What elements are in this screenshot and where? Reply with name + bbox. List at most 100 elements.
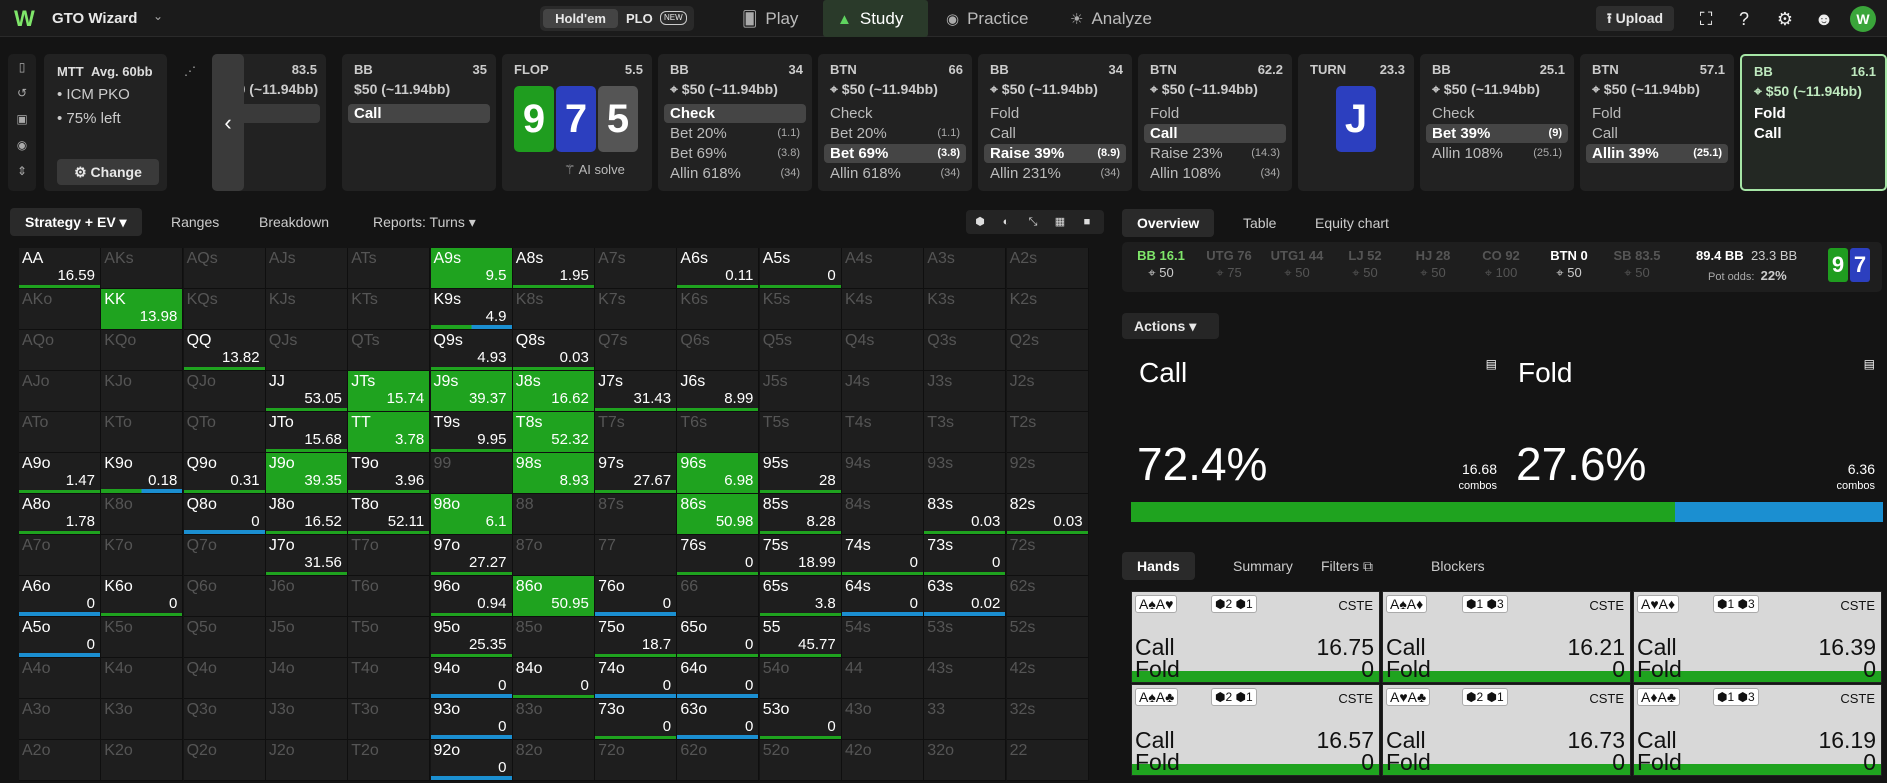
- nav-play[interactable]: 🂠 Play: [742, 0, 822, 37]
- hand-cell-Q9s[interactable]: Q9s 4.93: [430, 330, 513, 371]
- hand-cell-96o[interactable]: 96o 0.94: [430, 576, 513, 617]
- hand-cell-K6s[interactable]: K6s: [677, 289, 760, 330]
- hand-cell-T9s[interactable]: T9s 9.95: [430, 412, 513, 453]
- hand-cell-87s[interactable]: 87s: [595, 494, 678, 535]
- hand-cell-A9o[interactable]: A9o 1.47: [19, 453, 101, 494]
- hand-cell-K6o[interactable]: K6o 0: [101, 576, 184, 617]
- hand-cell-T8o[interactable]: T8o 52.11: [348, 494, 431, 535]
- hand-cell-Q8o[interactable]: Q8o 0: [183, 494, 266, 535]
- hand-cell-92o[interactable]: 92o 0: [430, 740, 513, 781]
- hand-cell-82s[interactable]: 82s 0.03: [1006, 494, 1089, 535]
- seat-card-bb-3[interactable]: BB 34 ⌖ $50 (~11.94bb) Fold Call Raise 3…: [978, 54, 1132, 191]
- hand-cell-72s[interactable]: 72s: [1006, 535, 1089, 576]
- seat-card-btn-1[interactable]: BTN 66 ⌖ $50 (~11.94bb) Check Bet 20% (1.…: [818, 54, 972, 191]
- cube-icon[interactable]: ⬢: [970, 212, 990, 232]
- action-bet-20[interactable]: Bet 20% (1.1): [664, 124, 806, 143]
- hand-cell-87o[interactable]: 87o: [512, 535, 595, 576]
- hand-cell-Q7s[interactable]: Q7s: [595, 330, 678, 371]
- hand-cell-63s[interactable]: 63s 0.02: [924, 576, 1007, 617]
- compress-icon[interactable]: ⤡: [1023, 212, 1043, 232]
- hand-cell-J3s[interactable]: J3s: [924, 371, 1007, 412]
- ai-solve-button[interactable]: ⚚ AI solve: [564, 162, 625, 178]
- hand-cell-JTs[interactable]: JTs 15.74: [348, 371, 431, 412]
- hand-cell-A9s[interactable]: A9s 9.5: [430, 248, 513, 289]
- hand-cell-J8s[interactable]: J8s 16.62: [512, 371, 595, 412]
- hand-cell-KJo[interactable]: KJo: [101, 371, 184, 412]
- hand-cell-K4s[interactable]: K4s: [842, 289, 924, 330]
- hand-cell-73o[interactable]: 73o 0: [595, 699, 678, 740]
- hand-cell-KQs[interactable]: KQs: [183, 289, 266, 330]
- tab-summary[interactable]: Summary: [1218, 552, 1308, 580]
- hand-cell-66[interactable]: 66: [677, 576, 760, 617]
- hand-cell-AQs[interactable]: AQs: [183, 248, 266, 289]
- hand-cell-98s[interactable]: 98s 8.93: [512, 453, 595, 494]
- hand-cell-62s[interactable]: 62s: [1006, 576, 1089, 617]
- action-call[interactable]: Call: [984, 124, 1126, 143]
- hand-cell-88[interactable]: 88: [512, 494, 595, 535]
- share-icon[interactable]: ⋰: [184, 64, 196, 78]
- hand-cell-83o[interactable]: 83o: [512, 699, 595, 740]
- gear-icon[interactable]: ⚙: [1774, 8, 1796, 30]
- hand-cell-74s[interactable]: 74s 0: [842, 535, 924, 576]
- hand-cell-J7s[interactable]: J7s 31.43: [595, 371, 678, 412]
- brand-name[interactable]: GTO Wizard: [52, 10, 137, 27]
- action-fold[interactable]: Fold: [984, 104, 1126, 123]
- action-box-fold[interactable]: Fold ▤ 27.6% 6.36 combos: [1510, 351, 1883, 497]
- hand-cell-84s[interactable]: 84s: [842, 494, 924, 535]
- hand-cell-K5s[interactable]: K5s: [759, 289, 842, 330]
- hand-cell-99[interactable]: 99: [430, 453, 513, 494]
- hand-cell-J4s[interactable]: J4s: [842, 371, 924, 412]
- note-icon[interactable]: ▤: [1864, 357, 1875, 371]
- hand-cell-K4o[interactable]: K4o: [101, 658, 184, 699]
- hand-cell-73s[interactable]: 73s 0: [924, 535, 1007, 576]
- hand-cell-85o[interactable]: 85o: [512, 617, 595, 658]
- hand-cell-T5o[interactable]: T5o: [348, 617, 431, 658]
- square-icon[interactable]: ■: [1077, 212, 1097, 232]
- hand-cell-J2s[interactable]: J2s: [1006, 371, 1089, 412]
- hand-cell-AKs[interactable]: AKs: [101, 248, 184, 289]
- seat-summary[interactable]: BTN 0 ⌖ 50: [1538, 248, 1600, 281]
- hand-cell-T6o[interactable]: T6o: [348, 576, 431, 617]
- action-allin[interactable]: Allin 618% (34): [824, 164, 966, 183]
- hand-cell-94o[interactable]: 94o 0: [430, 658, 513, 699]
- collapse-icon[interactable]: ⇕: [8, 158, 36, 184]
- hand-cell-95s[interactable]: 95s 28: [759, 453, 842, 494]
- action-call[interactable]: Call: [1586, 124, 1728, 143]
- hand-cell-KQo[interactable]: KQo: [101, 330, 184, 371]
- action-allin[interactable]: Allin 231% (34): [984, 164, 1126, 183]
- hand-cell-Q7o[interactable]: Q7o: [183, 535, 266, 576]
- hand-cell-QTo[interactable]: QTo: [183, 412, 266, 453]
- seat-summary[interactable]: CO 92 ⌖ 100: [1470, 248, 1532, 281]
- action-call[interactable]: Call: [1748, 124, 1879, 143]
- hand-cell-T3o[interactable]: T3o: [348, 699, 431, 740]
- hand-cell-A3s[interactable]: A3s: [924, 248, 1007, 289]
- hand-cell-77[interactable]: 77: [595, 535, 678, 576]
- tab-breakdown[interactable]: Breakdown: [244, 208, 344, 236]
- action-check[interactable]: Check: [824, 104, 966, 123]
- seat-summary[interactable]: UTG 76 ⌖ 75: [1198, 248, 1260, 281]
- hand-cell-52o[interactable]: 52o: [759, 740, 842, 781]
- hand-cell-J6o[interactable]: J6o: [265, 576, 348, 617]
- action-call[interactable]: Call: [1144, 124, 1286, 143]
- hand-cell-J3o[interactable]: J3o: [265, 699, 348, 740]
- hand-cell-85s[interactable]: 85s 8.28: [759, 494, 842, 535]
- hand-cell-JTo[interactable]: JTo 15.68: [265, 412, 348, 453]
- seat-card-bb-4[interactable]: BB 25.1 ⌖ $50 (~11.94bb) Check Bet 39% (9…: [1420, 54, 1574, 191]
- hand-cell-94s[interactable]: 94s: [842, 453, 924, 494]
- tab-reports[interactable]: Reports: Turns ▾: [358, 208, 491, 236]
- hand-cell-Q9o[interactable]: Q9o 0.31: [183, 453, 266, 494]
- hand-cell-65s[interactable]: 65s 3.8: [759, 576, 842, 617]
- action-bet-20[interactable]: Bet 20% (1.1): [824, 124, 966, 143]
- hand-cell-53o[interactable]: 53o 0: [759, 699, 842, 740]
- action-allin[interactable]: Allin 108% (34): [1144, 164, 1286, 183]
- hand-cell-J2o[interactable]: J2o: [265, 740, 348, 781]
- hand-cell-J9s[interactable]: J9s 39.37: [430, 371, 513, 412]
- hand-cell-74o[interactable]: 74o 0: [595, 658, 678, 699]
- hand-cell-97s[interactable]: 97s 27.67: [595, 453, 678, 494]
- hand-cell-J9o[interactable]: J9o 39.35: [265, 453, 348, 494]
- hand-cell-KJs[interactable]: KJs: [265, 289, 348, 330]
- hand-cell-KTo[interactable]: KTo: [101, 412, 184, 453]
- hand-cell-42s[interactable]: 42s: [1006, 658, 1089, 699]
- hand-cell-J8o[interactable]: J8o 16.52: [265, 494, 348, 535]
- hand-cell-QTs[interactable]: QTs: [348, 330, 431, 371]
